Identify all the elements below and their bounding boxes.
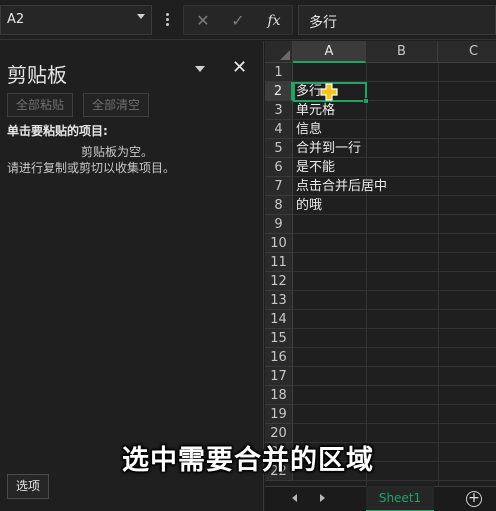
sheet-tab-sheet1[interactable]: Sheet1: [366, 486, 434, 511]
next-sheet-icon[interactable]: [320, 494, 325, 502]
name-box[interactable]: A2: [0, 5, 152, 35]
cell-a4[interactable]: 信息: [296, 120, 322, 139]
row-header[interactable]: 6: [265, 158, 293, 177]
row-header[interactable]: 20: [265, 424, 293, 443]
clear-all-button[interactable]: 全部清空: [83, 93, 149, 117]
row-header[interactable]: 1: [265, 63, 293, 82]
formula-value: 多行: [309, 15, 337, 31]
cell-a8[interactable]: 的哦: [296, 196, 322, 215]
formula-buttons: ✕ ✓ fx: [183, 5, 293, 35]
row-header[interactable]: 17: [265, 367, 293, 386]
paste-all-button[interactable]: 全部粘贴: [7, 93, 73, 117]
enter-icon[interactable]: ✓: [227, 10, 249, 32]
row-header[interactable]: 8: [265, 196, 293, 215]
previous-sheet-icon[interactable]: [292, 494, 297, 502]
insert-function-button[interactable]: fx: [263, 10, 285, 32]
name-box-value: A2: [7, 12, 25, 27]
formula-input[interactable]: 多行: [298, 5, 496, 35]
row-header[interactable]: 22: [265, 462, 293, 481]
sheet-tab-bar: Sheet1 +: [265, 486, 496, 511]
row-header[interactable]: 15: [265, 329, 293, 348]
column-header-c[interactable]: C: [438, 41, 496, 63]
pane-subtitle: 单击要粘贴的项目:: [7, 124, 108, 138]
row-header[interactable]: 7: [265, 177, 293, 196]
spreadsheet-grid[interactable]: A B C 1 2 多行 3 单元格 4 信息 5 合并到一行 6 是不能 7 点击合并后居中 8 的哦 9 1…: [265, 41, 496, 486]
chevron-down-icon[interactable]: [137, 14, 145, 19]
row-header[interactable]: 2: [265, 82, 293, 101]
cell-cursor-icon: [320, 83, 338, 101]
column-header-a[interactable]: A: [293, 41, 366, 63]
pane-title: 剪贴板: [7, 63, 67, 87]
row-header[interactable]: 9: [265, 215, 293, 234]
row-header[interactable]: 10: [265, 234, 293, 253]
row-header[interactable]: 5: [265, 139, 293, 158]
pane-options-chevron-icon[interactable]: [195, 66, 205, 72]
add-sheet-icon[interactable]: +: [466, 491, 482, 507]
row-header[interactable]: 11: [265, 253, 293, 272]
row-header[interactable]: 12: [265, 272, 293, 291]
row-header[interactable]: 13: [265, 291, 293, 310]
options-button[interactable]: 选项: [7, 474, 49, 499]
empty-hint: 请进行复制或剪切以收集项目。: [7, 161, 176, 175]
close-icon[interactable]: ✕: [232, 57, 247, 78]
fill-handle[interactable]: [363, 98, 369, 104]
row-header[interactable]: 18: [265, 386, 293, 405]
row-header[interactable]: 3: [265, 101, 293, 120]
formula-bar: A2 ✕ ✓ fx 多行: [0, 0, 496, 40]
row-header[interactable]: 4: [265, 120, 293, 139]
cell-a7[interactable]: 点击合并后居中: [296, 177, 387, 196]
clipboard-pane: 剪贴板 ✕ 全部粘贴 全部清空 单击要粘贴的项目: 剪贴板为空。 请进行复制或剪…: [0, 41, 264, 511]
row-header[interactable]: 14: [265, 310, 293, 329]
row-header[interactable]: 19: [265, 405, 293, 424]
row-header[interactable]: 16: [265, 348, 293, 367]
cell-a5[interactable]: 合并到一行: [296, 139, 361, 158]
cell-a6[interactable]: 是不能: [296, 158, 335, 177]
cancel-icon[interactable]: ✕: [192, 10, 214, 32]
cell-a3[interactable]: 单元格: [296, 101, 335, 120]
column-header-b[interactable]: B: [366, 41, 438, 63]
select-all-corner[interactable]: [265, 41, 293, 63]
row-header[interactable]: 21: [265, 443, 293, 462]
empty-message: 剪贴板为空。: [80, 145, 153, 159]
more-vertical-icon[interactable]: [162, 11, 172, 29]
